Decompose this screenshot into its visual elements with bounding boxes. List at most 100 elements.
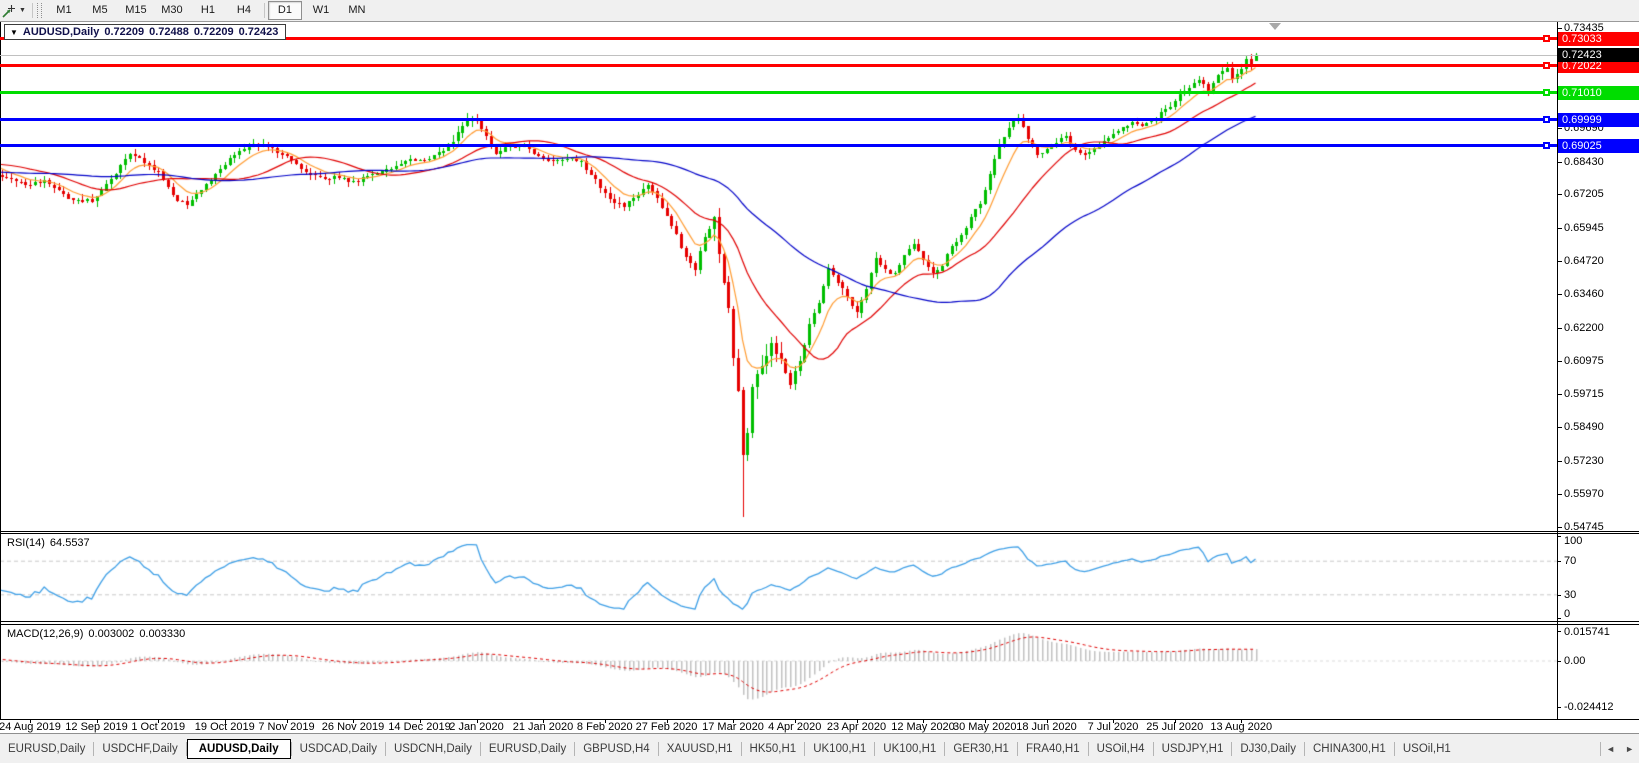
chart-tab-eurusd-daily[interactable]: EURUSD,Daily bbox=[481, 739, 574, 759]
timeframe-button-m1[interactable]: M1 bbox=[47, 1, 81, 20]
date-tick-label: 4 Apr 2020 bbox=[768, 721, 822, 733]
rsi-value: 64.5537 bbox=[49, 537, 90, 549]
tick-mark bbox=[1557, 161, 1562, 163]
price-open: 0.72209 bbox=[104, 26, 145, 38]
price-level-badge: 0.69025 bbox=[1558, 138, 1639, 153]
line-drag-handle[interactable] bbox=[1543, 89, 1550, 97]
line-drag-handle[interactable] bbox=[1543, 116, 1550, 124]
date-tick-label: 13 Aug 2020 bbox=[1210, 721, 1273, 733]
date-tick-label: 7 Nov 2019 bbox=[258, 721, 315, 733]
pane-separator[interactable] bbox=[0, 621, 1639, 622]
date-tick-label: 23 Apr 2020 bbox=[826, 721, 887, 733]
chart-tab-xauusd-h1[interactable]: XAUUSD,H1 bbox=[659, 739, 741, 759]
line-drag-handle[interactable] bbox=[1543, 35, 1550, 43]
tab-scroll-left-icon[interactable]: ◄ bbox=[1601, 744, 1620, 754]
chart-tab-hk50-h1[interactable]: HK50,H1 bbox=[742, 739, 805, 759]
chart-tab-fra40-h1[interactable]: FRA40,H1 bbox=[1018, 739, 1088, 759]
tick-mark bbox=[1557, 561, 1561, 563]
horizontal-level-line[interactable] bbox=[0, 144, 1557, 148]
tick-mark bbox=[1557, 394, 1562, 396]
pane-separator[interactable] bbox=[0, 531, 1639, 532]
macd-indicator-canvas[interactable] bbox=[0, 625, 1557, 719]
current-price-badge: 0.72423 bbox=[1558, 48, 1639, 63]
chart-tab-dj30-daily[interactable]: DJ30,Daily bbox=[1232, 739, 1304, 759]
tab-scroll-right-icon[interactable]: ► bbox=[1620, 744, 1639, 754]
toolbar: ▼ M1 M5 M15 M30 H1 H4 D1 W1 MN bbox=[0, 0, 1639, 22]
rsi-axis-label: 0 bbox=[1564, 608, 1571, 620]
timeframe-button-h4[interactable]: H4 bbox=[227, 1, 261, 20]
macd-value: 0.003002 bbox=[88, 628, 135, 640]
price-tick-label: 0.65945 bbox=[1564, 221, 1604, 234]
line-drag-handle[interactable] bbox=[1543, 142, 1550, 150]
chart-tab-uk100-h1[interactable]: UK100,H1 bbox=[875, 739, 944, 759]
macd-axis-label: 0.015741 bbox=[1564, 626, 1610, 638]
chart-title-box[interactable]: ▼ AUDUSD,Daily 0.72209 0.72488 0.72209 0… bbox=[4, 24, 287, 40]
chevron-down-icon: ▼ bbox=[10, 27, 18, 37]
timeframe-button-m5[interactable]: M5 bbox=[83, 1, 117, 20]
date-tick-label: 8 Feb 2020 bbox=[576, 721, 633, 733]
line-drag-handle[interactable] bbox=[1543, 62, 1550, 70]
date-tick-label: 27 Feb 2020 bbox=[635, 721, 698, 733]
date-tick-label: 14 Dec 2019 bbox=[388, 721, 451, 733]
price-tick-label: 0.57230 bbox=[1564, 454, 1604, 467]
chart-tab-bar: EURUSD,Daily USDCHF,Daily AUDUSD,Daily USDC… bbox=[0, 733, 1639, 763]
timeframe-button-m15[interactable]: M15 bbox=[119, 1, 153, 20]
tick-mark bbox=[1557, 536, 1561, 537]
chart-tab-usdchf-daily[interactable]: USDCHF,Daily bbox=[94, 739, 185, 759]
chart-tab-china300-h1[interactable]: CHINA300,H1 bbox=[1305, 739, 1394, 759]
timeframe-button-mn[interactable]: MN bbox=[340, 1, 374, 20]
separator-line bbox=[31, 3, 33, 18]
timeframe-button-m30[interactable]: M30 bbox=[155, 1, 189, 20]
date-tick-label: 18 Jun 2020 bbox=[1016, 721, 1077, 733]
price-chart-canvas[interactable] bbox=[0, 22, 1557, 531]
chevron-down-icon[interactable]: ▼ bbox=[18, 7, 30, 14]
price-close: 0.72423 bbox=[238, 26, 279, 38]
timeframe-button-w1[interactable]: W1 bbox=[304, 1, 338, 20]
tick-mark bbox=[1557, 707, 1561, 709]
chart-shift-marker[interactable] bbox=[1269, 23, 1281, 30]
tick-mark bbox=[1557, 427, 1562, 429]
date-tick-label: 7 Jul 2020 bbox=[1087, 721, 1139, 733]
macd-label: MACD(12,26,9) 0.003002 0.003330 bbox=[7, 628, 185, 640]
date-tick-label: 26 Nov 2019 bbox=[321, 721, 385, 733]
chart-tab-usdcnh-daily[interactable]: USDCNH,Daily bbox=[386, 739, 480, 759]
timeframe-button-group: M1 M5 M15 M30 H1 H4 D1 W1 MN bbox=[46, 1, 375, 20]
chart-tab-uk100-h1[interactable]: UK100,H1 bbox=[805, 739, 874, 759]
date-tick-label: 1 Oct 2019 bbox=[131, 721, 186, 733]
rsi-label: RSI(14) 64.5537 bbox=[7, 537, 90, 549]
separator-line bbox=[263, 3, 265, 18]
price-tick-label: 0.58490 bbox=[1564, 421, 1604, 434]
current-price-line bbox=[0, 55, 1557, 57]
horizontal-level-line[interactable] bbox=[0, 91, 1557, 95]
rsi-indicator-canvas[interactable] bbox=[0, 534, 1557, 620]
price-tick-label: 0.59715 bbox=[1564, 388, 1604, 401]
crosshair-icon[interactable] bbox=[0, 2, 18, 19]
date-tick-label: 17 Mar 2020 bbox=[702, 721, 764, 733]
tick-mark bbox=[1557, 227, 1562, 229]
horizontal-level-line[interactable] bbox=[0, 118, 1557, 122]
tick-mark bbox=[1557, 494, 1562, 496]
price-tick-label: 0.62200 bbox=[1564, 321, 1604, 334]
chart-tab-ger30-h1[interactable]: GER30,H1 bbox=[945, 739, 1017, 759]
price-tick-label: 0.64720 bbox=[1564, 254, 1604, 267]
date-tick-label: 25 Jul 2020 bbox=[1146, 721, 1204, 733]
chart-tab-audusd-daily[interactable]: AUDUSD,Daily bbox=[186, 739, 291, 759]
chart-tab-usdcad-daily[interactable]: USDCAD,Daily bbox=[292, 739, 385, 759]
rsi-name: RSI(14) bbox=[7, 537, 45, 549]
chart-tab-gbpusd-h4[interactable]: GBPUSD,H4 bbox=[575, 739, 657, 759]
date-tick-label: 12 Sep 2019 bbox=[65, 721, 128, 733]
tick-mark bbox=[1557, 194, 1562, 196]
chart-tab-usdjpy-h1[interactable]: USDJPY,H1 bbox=[1154, 739, 1232, 759]
timeframe-button-d1[interactable]: D1 bbox=[267, 1, 302, 20]
price-tick-label: 0.68430 bbox=[1564, 155, 1604, 168]
tick-mark bbox=[1557, 631, 1561, 633]
chart-tab-eurusd-daily[interactable]: EURUSD,Daily bbox=[0, 739, 93, 759]
chart-tab-usoil-h1[interactable]: USOil,H1 bbox=[1395, 739, 1459, 759]
horizontal-level-line[interactable] bbox=[0, 64, 1557, 68]
chart-tab-usoil-h4[interactable]: USOil,H4 bbox=[1089, 739, 1153, 759]
chart-bottom-border bbox=[0, 719, 1639, 720]
tick-mark bbox=[1557, 618, 1561, 619]
timeframe-button-h1[interactable]: H1 bbox=[191, 1, 225, 20]
chart-symbol-label: AUDUSD,Daily bbox=[22, 26, 100, 38]
toolbar-grip[interactable] bbox=[36, 3, 42, 18]
